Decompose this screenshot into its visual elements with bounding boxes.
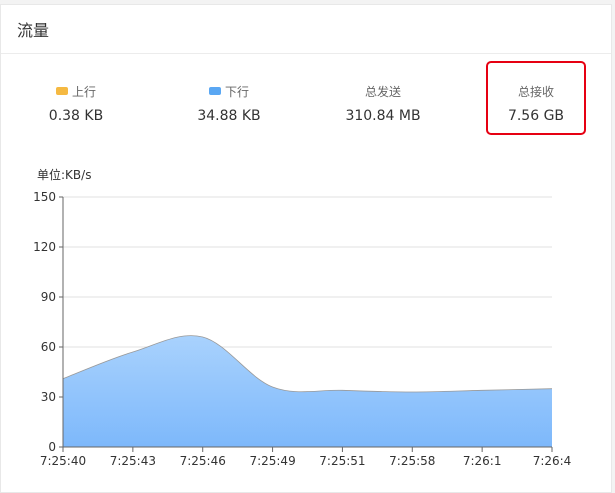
traffic-area-chart: 单位:KB/s 0 30 60 90 120 150 7:25:40 7:25:43 7:25:4… (33, 167, 572, 468)
y-tick-label: 0 (48, 440, 56, 454)
stat-download: 下行 34.88 KB (169, 82, 289, 125)
y-tick-label: 150 (33, 190, 56, 204)
y-tick-label: 90 (41, 290, 56, 304)
x-tick-label: 7:25:46 (180, 454, 226, 468)
y-unit-label: 单位:KB/s (37, 167, 91, 182)
data-point[interactable] (549, 386, 555, 392)
y-tick-label: 60 (41, 340, 56, 354)
stat-total-sent: 总发送 310.84 MB (323, 82, 443, 125)
data-point[interactable] (200, 334, 206, 340)
highlight-box (486, 61, 586, 135)
y-tick-label: 30 (41, 390, 56, 404)
stat-value-download: 34.88 KB (197, 108, 261, 124)
x-tick-label: 7:25:51 (319, 454, 365, 468)
x-tick-label: 7:26:1 (463, 454, 502, 468)
x-tick-label: 7:25:58 (389, 454, 435, 468)
x-tick-label: 7:25:43 (110, 454, 156, 468)
data-point[interactable] (479, 387, 485, 393)
stat-label-download[interactable]: 下行 (225, 83, 249, 100)
stat-value-upload: 0.38 KB (48, 108, 104, 124)
y-tick-label: 120 (33, 240, 56, 254)
data-point[interactable] (409, 389, 415, 395)
x-tick-label: 7:25:49 (249, 454, 295, 468)
data-point[interactable] (130, 349, 136, 355)
upload-legend-swatch[interactable] (55, 87, 68, 95)
panel-title: 流量 (1, 5, 611, 54)
data-point[interactable] (270, 384, 276, 390)
x-tick-label: 7:25:40 (40, 454, 86, 468)
x-tick-label: 7:26:4 (533, 454, 572, 468)
data-point[interactable] (339, 387, 345, 393)
stat-label-upload[interactable]: 上行 (72, 83, 96, 100)
stat-upload: 上行 0.38 KB (16, 82, 136, 125)
stat-label-total-sent: 总发送 (364, 84, 401, 99)
stat-value-total-sent: 310.84 MB (345, 108, 421, 124)
download-legend-swatch[interactable] (208, 87, 221, 95)
